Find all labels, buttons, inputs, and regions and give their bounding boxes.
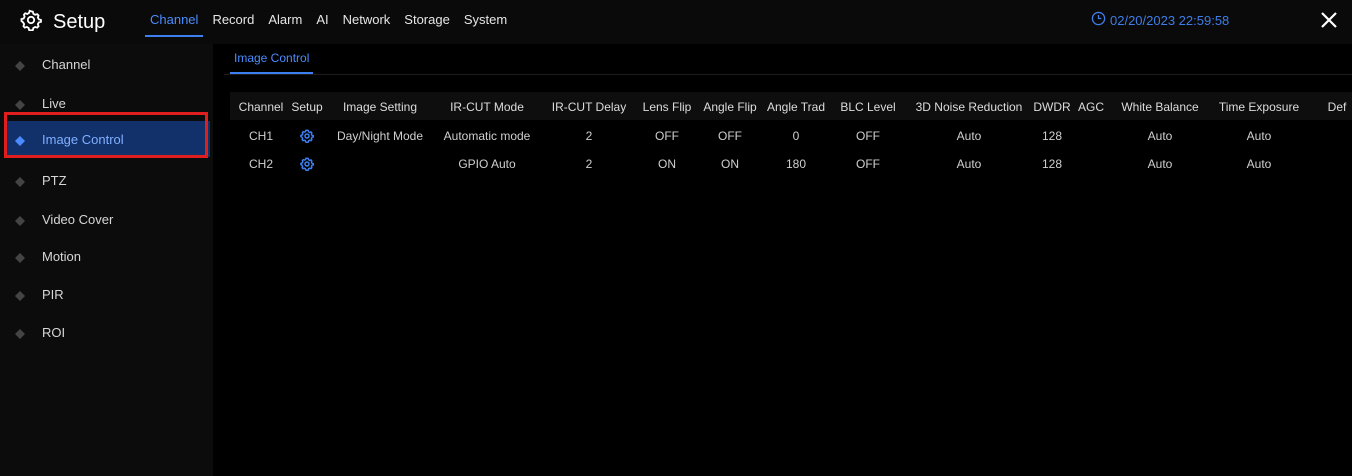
tab-record[interactable]: Record: [205, 0, 261, 40]
cell-time-exposure[interactable]: Auto: [1247, 157, 1272, 171]
cell-ir-cut-mode[interactable]: Automatic mode: [444, 129, 531, 143]
sidebar-item-label: ROI: [42, 324, 66, 340]
app-logo: Setup: [20, 9, 105, 36]
column-header: Angle Trad: [766, 100, 826, 114]
diamond-icon: [15, 327, 25, 339]
sidebar-item-label: Channel: [42, 56, 91, 72]
diamond-icon: [15, 175, 25, 187]
sidebar-item-label: PTZ: [42, 172, 67, 188]
diamond-icon: [15, 214, 25, 226]
sidebar-item-channel[interactable]: Channel: [6, 46, 210, 82]
column-header: IR-CUT Mode: [450, 100, 524, 114]
cell-angle-flip[interactable]: ON: [721, 157, 739, 171]
sidebar-item-ptz[interactable]: PTZ: [6, 162, 210, 198]
cell-angle-trad[interactable]: 0: [793, 129, 800, 143]
close-button[interactable]: [1318, 9, 1340, 31]
cell-ir-cut-delay[interactable]: 2: [586, 157, 593, 171]
cell-dwdr[interactable]: 128: [1042, 129, 1062, 143]
cell-blc-level[interactable]: OFF: [856, 129, 880, 143]
subtab-image-control[interactable]: Image Control: [229, 44, 314, 74]
gear-icon: [300, 157, 315, 175]
column-header: IR-CUT Delay: [551, 100, 627, 114]
cell-lens-flip[interactable]: ON: [658, 157, 676, 171]
sidebar: Channel Live Image Control PTZ Video Cov…: [0, 44, 213, 476]
cell-image-setting[interactable]: Day/Night Mode: [337, 129, 423, 143]
cell-white-balance[interactable]: Auto: [1148, 129, 1173, 143]
diamond-icon: [15, 251, 25, 263]
datetime-text: 02/20/2023 22:59:58: [1110, 12, 1230, 28]
cell-angle-flip[interactable]: OFF: [718, 129, 742, 143]
cell-3d-noise-reduction[interactable]: Auto: [957, 129, 982, 143]
setup-button[interactable]: [300, 157, 315, 172]
cell-ir-cut-delay[interactable]: 2: [586, 129, 593, 143]
sidebar-item-label: PIR: [42, 286, 64, 302]
main-nav: Channel Record Alarm AI Network Storage …: [143, 0, 514, 44]
setup-button[interactable]: [300, 129, 315, 144]
top-bar: Setup Channel Record Alarm AI Network St…: [0, 0, 1352, 44]
column-header: Angle Flip: [703, 100, 757, 114]
column-header: Def: [1327, 100, 1347, 114]
tab-ai[interactable]: AI: [309, 0, 335, 40]
sidebar-item-pir[interactable]: PIR: [6, 276, 210, 312]
sidebar-item-video-cover[interactable]: Video Cover: [6, 201, 210, 237]
column-header: Channel: [238, 100, 284, 114]
gear-icon: [20, 9, 42, 36]
column-header: 3D Noise Reduction: [915, 100, 1023, 114]
tab-storage[interactable]: Storage: [397, 0, 457, 40]
sidebar-item-roi[interactable]: ROI: [6, 314, 210, 350]
cell-channel: CH1: [248, 129, 274, 143]
diamond-icon: [15, 59, 25, 71]
diamond-icon: [15, 98, 25, 110]
subtab-divider: [224, 74, 1352, 75]
tab-network[interactable]: Network: [336, 0, 398, 40]
diamond-icon: [15, 134, 25, 146]
column-header: White Balance: [1121, 100, 1199, 114]
gear-icon: [300, 129, 315, 147]
sidebar-item-image-control[interactable]: Image Control: [6, 121, 210, 157]
column-header: Image Setting: [342, 100, 418, 114]
sidebar-item-label: Video Cover: [42, 211, 114, 227]
column-header: Lens Flip: [642, 100, 692, 114]
cell-lens-flip[interactable]: OFF: [655, 129, 679, 143]
clock-icon: [1091, 11, 1110, 29]
cell-3d-noise-reduction[interactable]: Auto: [957, 157, 982, 171]
diamond-icon: [15, 289, 25, 301]
cell-dwdr[interactable]: 128: [1042, 157, 1062, 171]
close-icon: [1318, 12, 1340, 35]
tab-channel[interactable]: Channel: [143, 0, 205, 40]
column-header: DWDR: [1033, 100, 1071, 114]
page-title: Setup: [53, 11, 106, 33]
cell-channel: CH2: [248, 157, 274, 171]
sidebar-item-label: Image Control: [42, 131, 124, 147]
column-header: AGC: [1077, 100, 1105, 114]
column-header: Setup: [291, 100, 323, 114]
tab-system[interactable]: System: [457, 0, 514, 40]
sidebar-item-label: Motion: [42, 248, 82, 264]
tab-alarm[interactable]: Alarm: [261, 0, 309, 40]
sidebar-item-live[interactable]: Live: [6, 85, 210, 121]
cell-time-exposure[interactable]: Auto: [1247, 129, 1272, 143]
sidebar-item-label: Live: [42, 95, 66, 111]
column-header: BLC Level: [840, 100, 896, 114]
datetime-display: 02/20/2023 22:59:58: [1091, 11, 1229, 29]
cell-blc-level[interactable]: OFF: [856, 157, 880, 171]
cell-angle-trad[interactable]: 180: [786, 157, 806, 171]
sidebar-item-motion[interactable]: Motion: [6, 238, 210, 274]
column-header: Time Exposure: [1218, 100, 1300, 114]
cell-white-balance[interactable]: Auto: [1148, 157, 1173, 171]
cell-ir-cut-mode[interactable]: GPIO Auto: [458, 157, 515, 171]
